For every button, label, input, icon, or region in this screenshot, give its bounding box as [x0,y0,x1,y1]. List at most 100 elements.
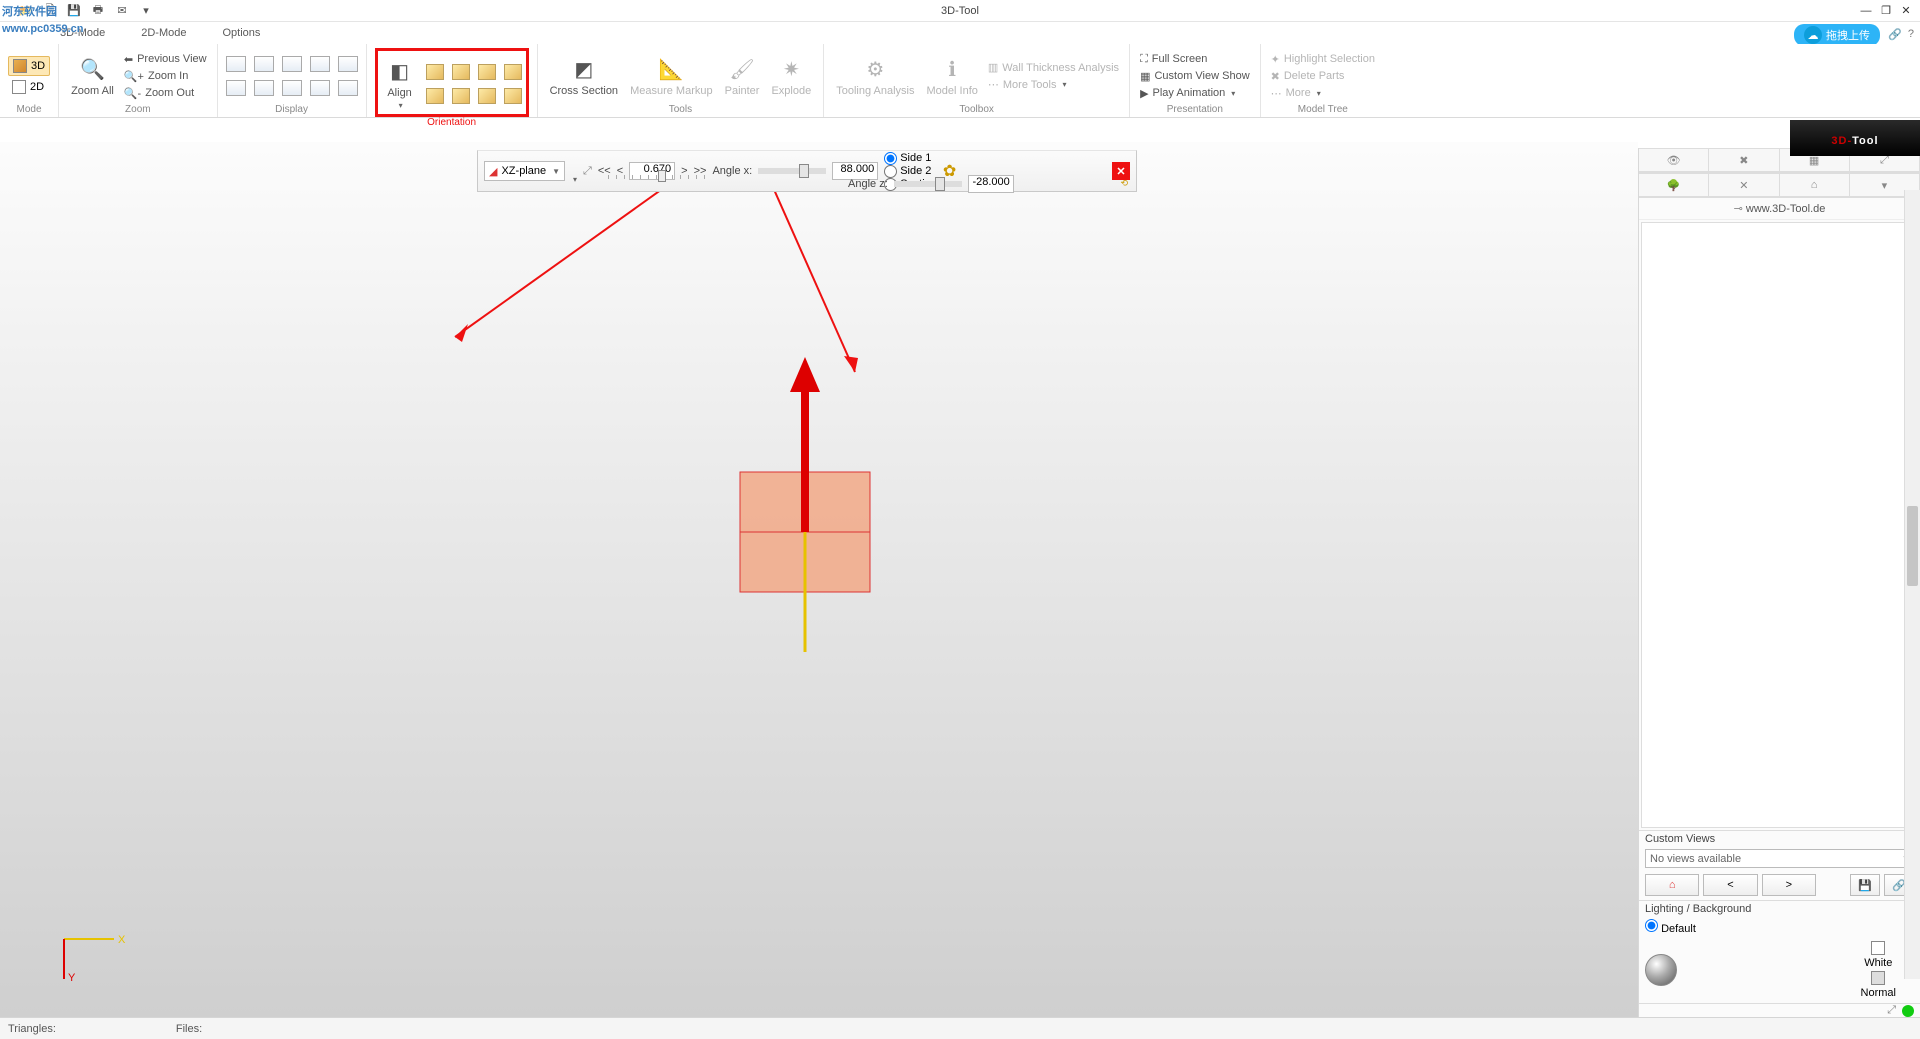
view-front[interactable] [426,64,444,80]
custom-views-select[interactable]: No views available ▾ [1645,849,1914,868]
view-iso1[interactable] [504,64,522,80]
cv-home-button[interactable]: ⌂ [1645,874,1699,896]
bg-white-swatch[interactable] [1871,941,1885,955]
lighting-default-radio[interactable]: Default [1645,923,1696,935]
zoom-in-button[interactable]: 🔍+Zoom In [122,69,209,84]
model-tree[interactable] [1641,222,1918,828]
previous-view-button[interactable]: ⬅Previous View [122,52,209,67]
explode-button[interactable]: ✷Explode [767,53,815,99]
mode-2d-button[interactable]: 2D [8,78,50,96]
align-button[interactable]: ◧ Align ▾ [382,55,418,112]
play-animation-button[interactable]: ▶Play Animation▾ [1138,86,1252,101]
cv-save-button[interactable]: 💾 [1850,874,1880,896]
info-icon: ℹ [938,55,966,83]
group-label-toolbox: Toolbox [959,104,993,117]
angle-z-slider[interactable] [894,181,962,187]
chevron-down-icon: ▾ [1231,89,1235,98]
display-mode-6[interactable] [282,80,302,96]
display-mode-9[interactable] [338,56,358,72]
rp-tree-icon[interactable]: 🌳 [1639,173,1709,197]
group-label-zoom: Zoom [125,104,151,117]
qat-mail-icon[interactable]: ✉ [114,3,130,19]
group-label-model-tree: Model Tree [1298,104,1348,117]
display-mode-10[interactable] [338,80,358,96]
close-button[interactable]: ✕ [1898,3,1914,19]
reset-icon[interactable]: ⟲ [1120,178,1128,189]
display-mode-5[interactable] [282,56,302,72]
view-left[interactable] [452,64,470,80]
viewport-3d[interactable]: X Y [0,142,1638,1017]
title-bar: 📂 🗎 💾 🖶 ✉ ▾ 3D-Tool — ❐ ✕ [0,0,1920,22]
cv-next-button[interactable]: > [1762,874,1816,896]
ribbon-group-presentation: ⛶Full Screen ▦Custom View Show ▶Play Ani… [1130,44,1261,117]
section-flip-icon[interactable]: ⤢ [583,165,592,178]
axis-gizmo: X Y [44,909,134,989]
lighting-sphere[interactable] [1645,954,1677,986]
plane-select[interactable]: ◢ XZ-plane ▼ [484,161,565,181]
chevron-down-icon[interactable]: ▾ [573,175,577,184]
model-info-button[interactable]: ℹModel Info [923,53,982,99]
rp-home-icon[interactable]: ⌂ [1780,173,1850,197]
display-mode-8[interactable] [310,80,330,96]
view-iso2[interactable] [504,88,522,104]
rp-visibility-icon[interactable]: 👁 [1639,148,1709,172]
group-label-tools: Tools [669,104,692,117]
full-screen-button[interactable]: ⛶Full Screen [1138,52,1252,67]
minimize-button[interactable]: — [1858,3,1874,19]
side1-radio[interactable]: Side 1 [884,152,937,165]
align-icon: ◧ [386,57,414,85]
cross-section-icon: ◩ [570,55,598,83]
qat-print-icon[interactable]: 🖶 [90,3,106,19]
position-slider[interactable] [608,175,708,179]
chevron-down-icon: ▼ [552,167,560,176]
status-triangles: Triangles: [8,1023,56,1035]
help-icon[interactable]: ? [1908,28,1914,41]
angle-z-input[interactable]: -28.000 [968,175,1014,193]
view-top[interactable] [478,64,496,80]
highlight-selection-button[interactable]: ✦Highlight Selection [1269,52,1377,67]
chevron-down-icon: ▾ [399,101,403,110]
display-mode-3[interactable] [254,56,274,72]
view-back[interactable] [426,88,444,104]
cv-prev-button[interactable]: < [1703,874,1757,896]
upload-badge[interactable]: ☁ 拖拽上传 [1794,24,1880,46]
cross-section-toolbar[interactable]: ◢ XZ-plane ▼ ▾ ⤢ << < 0.670 > >> Angle x… [477,150,1137,192]
more-button[interactable]: ⋯More▾ [1269,86,1377,101]
mode-3d-button[interactable]: 3D [8,56,50,76]
explode-icon: ✷ [777,55,805,83]
menu-options[interactable]: Options [217,25,267,41]
display-mode-4[interactable] [254,80,274,96]
wall-thickness-button[interactable]: ▥Wall Thickness Analysis [986,60,1121,75]
bg-normal-swatch[interactable] [1871,971,1885,985]
group-label-mode: Mode [17,104,42,117]
display-mode-2[interactable] [226,80,246,96]
right-panel-scrollbar[interactable] [1904,190,1920,979]
viewport-canvas [0,142,1638,1017]
rp-x-icon[interactable]: ✕ [1709,173,1779,197]
maximize-button[interactable]: ❐ [1878,3,1894,19]
help-link-icon[interactable]: 🔗 [1888,28,1902,41]
qat-dropdown-icon[interactable]: ▾ [138,3,154,19]
menu-2d-mode[interactable]: 2D-Mode [135,25,192,41]
painter-button[interactable]: 🖌Painter [721,53,764,99]
view-bottom[interactable] [478,88,496,104]
prev-view-icon: ⬅ [124,53,133,66]
tooling-analysis-button[interactable]: ⚙Tooling Analysis [832,53,918,99]
display-mode-7[interactable] [310,56,330,72]
display-mode-1[interactable] [226,56,246,72]
more-tools-button[interactable]: ⋯More Tools▾ [986,77,1121,92]
lighting-bg-header: Lighting / Background [1639,900,1920,917]
cross-section-button[interactable]: ◩Cross Section [546,53,622,99]
measure-markup-button[interactable]: 📐Measure Markup [626,53,717,99]
delete-parts-button[interactable]: ✖Delete Parts [1269,69,1377,84]
rp-url[interactable]: ⊸ www.3D-Tool.de [1639,198,1920,220]
custom-view-show-button[interactable]: ▦Custom View Show [1138,69,1252,84]
view-right[interactable] [452,88,470,104]
angle-x-slider[interactable] [758,168,826,174]
rp-close-all-icon[interactable]: ✖ [1709,148,1779,172]
custom-view-icon: ▦ [1140,70,1150,83]
fit-icon[interactable]: ⤢ [1887,1004,1896,1017]
app-title: 3D-Tool [941,5,979,17]
zoom-out-button[interactable]: 🔍-Zoom Out [122,86,209,101]
zoom-all-button[interactable]: 🔍 Zoom All [67,53,118,99]
